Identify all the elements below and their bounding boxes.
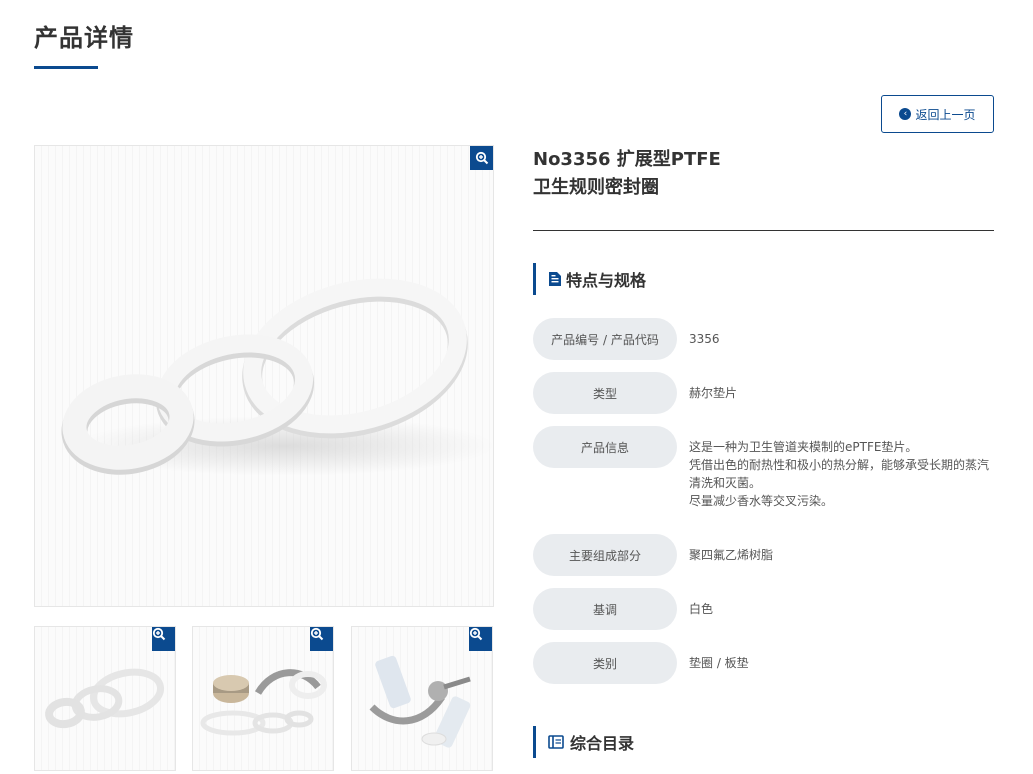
spec-value: 这是一种为卫生管道夹模制的ePTFE垫片。 凭借出色的耐热性和极小的热分解，能够… xyxy=(689,440,990,508)
zoom-in-icon[interactable] xyxy=(152,627,175,651)
catalog-section-heading[interactable]: 综合目录 xyxy=(533,726,634,758)
page-title: 产品详情 xyxy=(34,24,134,52)
spec-value: 聚四氟乙烯树脂 xyxy=(689,548,774,562)
spec-label: 类型 xyxy=(533,372,677,414)
zoom-in-icon[interactable] xyxy=(469,627,492,651)
features-section-heading: 特点与规格 xyxy=(533,263,646,295)
spec-label: 产品信息 xyxy=(533,426,677,468)
book-icon xyxy=(548,734,564,750)
main-product-image[interactable] xyxy=(34,145,494,607)
spec-value: 白色 xyxy=(689,602,714,616)
spec-label: 类别 xyxy=(533,642,677,684)
back-button-label: 返回上一页 xyxy=(915,107,976,122)
back-button[interactable]: ‹ 返回上一页 xyxy=(881,95,994,133)
zoom-in-icon[interactable] xyxy=(310,627,333,651)
title-underline xyxy=(34,66,98,69)
product-name-line2: 卫生规则密封圈 xyxy=(533,177,659,198)
divider xyxy=(533,230,994,231)
arrow-left-circle-icon: ‹ xyxy=(899,108,912,120)
spec-label: 基调 xyxy=(533,588,677,630)
thumbnail-2[interactable] xyxy=(192,626,334,771)
product-name-line1: No3356 扩展型PTFE xyxy=(533,149,721,170)
spec-value: 赫尔垫片 xyxy=(689,386,738,400)
document-icon xyxy=(548,271,562,287)
spec-label: 产品编号 / 产品代码 xyxy=(533,318,677,360)
zoom-in-icon[interactable] xyxy=(470,146,493,170)
thumbnail-1[interactable] xyxy=(34,626,176,771)
features-section-title: 特点与规格 xyxy=(566,271,647,290)
spec-label: 主要组成部分 xyxy=(533,534,677,576)
spec-value: 3356 xyxy=(689,332,720,346)
spec-value: 垫圈 / 板垫 xyxy=(689,656,749,670)
product-name: No3356 扩展型PTFE 卫生规则密封圈 xyxy=(533,146,993,202)
catalog-section-title: 综合目录 xyxy=(570,734,635,753)
thumbnail-3[interactable] xyxy=(351,626,493,771)
gasket-rings-image xyxy=(61,278,493,476)
